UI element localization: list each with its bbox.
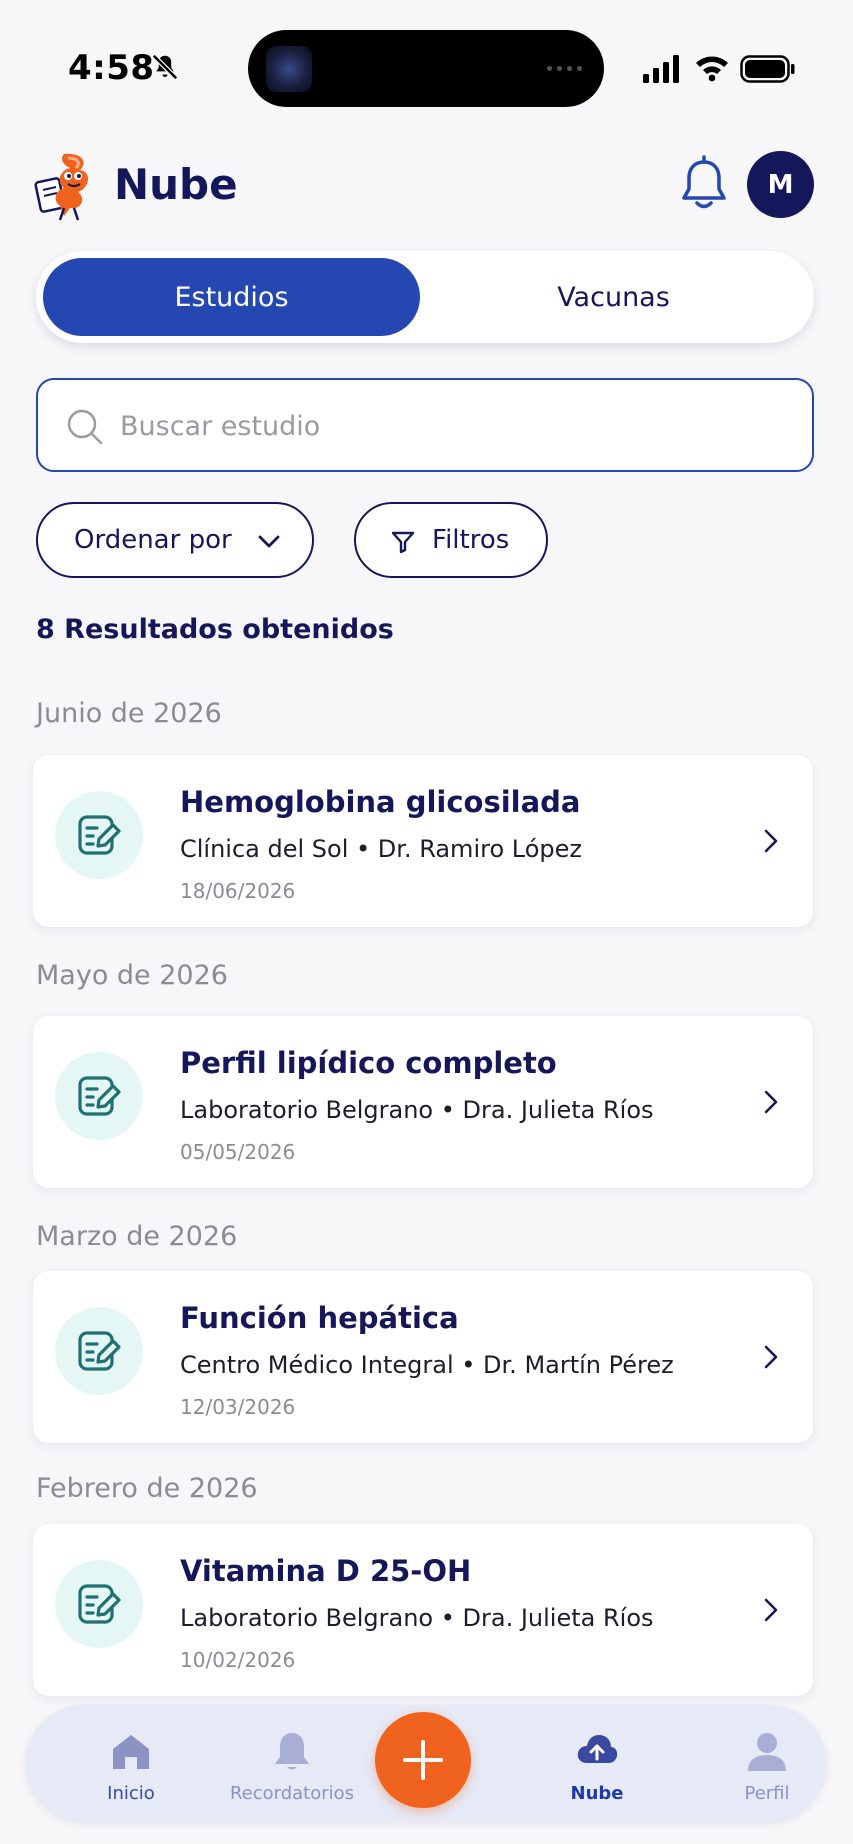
sort-label: Ordenar por (74, 525, 232, 555)
study-icon-badge (55, 791, 143, 879)
study-title: Hemoglobina glicosilada (180, 785, 581, 819)
island-indicator (547, 66, 582, 71)
study-card[interactable]: Vitamina D 25-OH Laboratorio Belgrano • … (33, 1524, 813, 1696)
study-card[interactable]: Función hepática Centro Médico Integral … (33, 1271, 813, 1443)
nav-item-recordatorios[interactable]: Recordatorios (202, 1705, 382, 1821)
study-card[interactable]: Perfil lipídico completo Laboratorio Bel… (33, 1016, 813, 1188)
nav-label: Perfil (744, 1783, 790, 1804)
study-icon-badge (55, 1307, 143, 1395)
study-title: Función hepática (180, 1301, 459, 1335)
status-time: 4:58 (68, 48, 155, 88)
tab-vacunas[interactable]: Vacunas (420, 258, 807, 336)
study-date: 05/05/2026 (180, 1140, 296, 1164)
tab-estudios[interactable]: Estudios (43, 258, 420, 336)
study-title: Vitamina D 25-OH (180, 1554, 472, 1588)
study-date: 18/06/2026 (180, 879, 296, 903)
nav-label: Nube (570, 1783, 624, 1804)
home-icon (113, 1735, 149, 1769)
study-icon-badge (55, 1052, 143, 1140)
edit-document-icon (78, 1331, 121, 1371)
sort-dropdown[interactable]: Ordenar por (36, 502, 314, 578)
study-date: 12/03/2026 (180, 1395, 296, 1419)
filters-button[interactable]: Filtros (354, 502, 548, 578)
nav-label: Inicio (107, 1783, 155, 1804)
camera-icon (266, 46, 312, 92)
cloud-upload-icon (577, 1735, 618, 1763)
edit-document-icon (78, 1076, 121, 1116)
filter-icon (391, 531, 415, 554)
avatar[interactable]: M (747, 151, 814, 218)
study-provider: Clínica del Sol • Dr. Ramiro López (180, 835, 582, 863)
filters-label: Filtros (432, 525, 510, 555)
status-bar: 4:58 (0, 0, 853, 110)
silent-mode-icon (151, 53, 179, 81)
notification-bell-icon[interactable] (676, 154, 732, 214)
battery-icon (740, 55, 795, 83)
study-provider: Laboratorio Belgrano • Dra. Julieta Ríos (180, 1096, 654, 1124)
chevron-right-icon (764, 1090, 778, 1114)
results-count: 8 Resultados obtenidos (36, 614, 394, 645)
chevron-right-icon (764, 1598, 778, 1622)
chevron-right-icon (764, 829, 778, 853)
study-icon-badge (55, 1560, 143, 1648)
edit-document-icon (78, 1584, 121, 1624)
wifi-icon (696, 56, 728, 82)
search-icon (67, 409, 103, 445)
month-header: Marzo de 2026 (36, 1221, 238, 1252)
edit-document-icon (78, 815, 121, 855)
bell-icon (275, 1733, 309, 1770)
study-title: Perfil lipídico completo (180, 1046, 557, 1080)
nav-item-nube[interactable]: Nube (532, 1705, 662, 1821)
search-input[interactable] (120, 400, 780, 452)
person-icon (748, 1733, 786, 1771)
cellular-signal-icon (643, 55, 679, 83)
chevron-right-icon (764, 1345, 778, 1369)
month-header: Mayo de 2026 (36, 960, 228, 991)
app-header: Nube M (0, 140, 853, 230)
month-header: Junio de 2026 (36, 698, 222, 729)
study-date: 10/02/2026 (180, 1648, 296, 1672)
mascot-logo-icon (34, 153, 89, 221)
nav-item-perfil[interactable]: Perfil (702, 1705, 832, 1821)
nav-item-inicio[interactable]: Inicio (66, 1705, 196, 1821)
plus-icon (403, 1740, 443, 1780)
study-provider: Laboratorio Belgrano • Dra. Julieta Ríos (180, 1604, 654, 1632)
search-box (36, 378, 814, 472)
nav-label: Recordatorios (229, 1783, 355, 1804)
page-title: Nube (114, 160, 238, 209)
segmented-tabs: Estudios Vacunas (36, 251, 814, 343)
chevron-down-icon (258, 535, 280, 548)
study-provider: Centro Médico Integral • Dr. Martín Pére… (180, 1351, 674, 1379)
study-card[interactable]: Hemoglobina glicosilada Clínica del Sol … (33, 755, 813, 927)
dynamic-island (248, 30, 604, 107)
month-header: Febrero de 2026 (36, 1473, 258, 1504)
add-button[interactable] (375, 1712, 471, 1808)
